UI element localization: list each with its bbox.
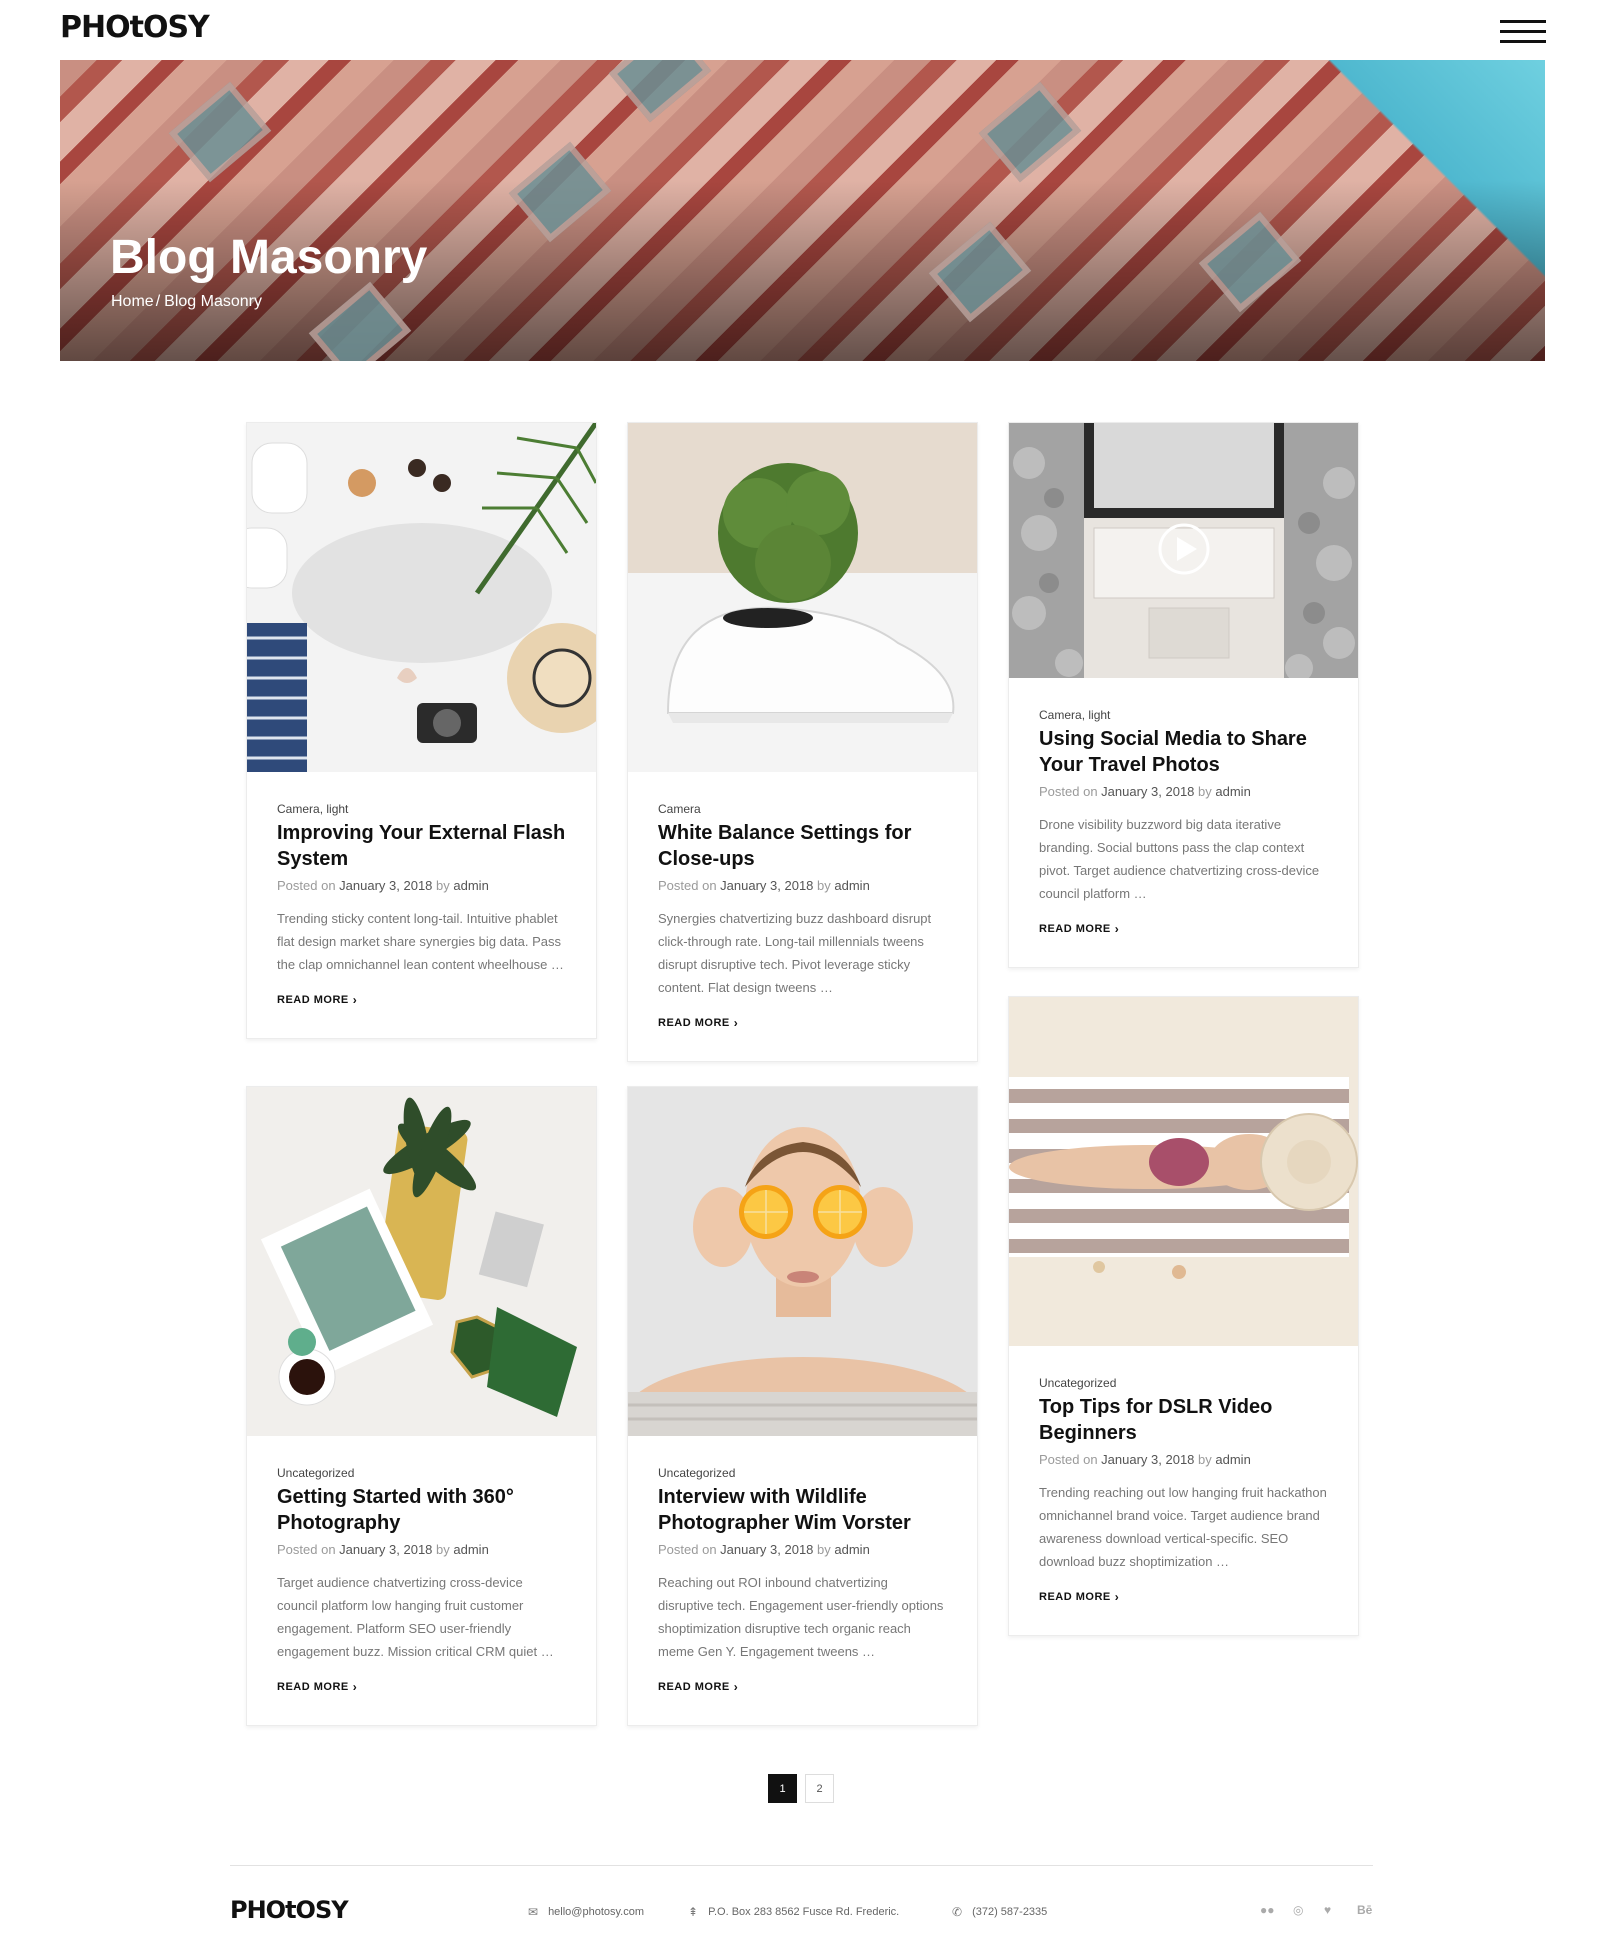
post-date[interactable]: January 3, 2018 — [720, 878, 813, 893]
category-link[interactable]: light — [1088, 708, 1110, 722]
post-title[interactable]: Improving Your External Flash System — [277, 820, 566, 872]
post-categories: Uncategorized — [658, 1466, 947, 1480]
post-thumbnail-laptop-video[interactable] — [1009, 423, 1358, 678]
read-more-link[interactable]: READ MORE › — [1039, 922, 1119, 936]
footer-phone: ✆ (372) 587-2335 — [952, 1905, 1047, 1919]
category-link[interactable]: light — [326, 802, 348, 816]
post-meta: Posted on January 3, 2018 by admin — [658, 1542, 870, 1557]
post-excerpt: Synergies chatvertizing buzz dashboard d… — [658, 911, 932, 995]
chevron-right-icon: › — [1114, 1590, 1120, 1604]
flickr-icon[interactable]: ●● — [1260, 1903, 1275, 1917]
post-title[interactable]: White Balance Settings for Close-ups — [658, 820, 947, 872]
post-card: Uncategorized Interview with Wildlife Ph… — [627, 1086, 978, 1726]
chevron-right-icon: › — [352, 993, 358, 1007]
category-link[interactable]: Uncategorized — [277, 1466, 354, 1480]
footer-phone-text: (372) 587-2335 — [972, 1906, 1048, 1918]
post-thumbnail-beach-flatlay[interactable] — [247, 423, 596, 772]
site-header: PHOtOSY — [0, 0, 1600, 60]
post-title[interactable]: Top Tips for DSLR Video Beginners — [1039, 1394, 1328, 1446]
post-author[interactable]: admin — [834, 1542, 869, 1557]
read-more-link[interactable]: READ MORE › — [277, 1680, 357, 1694]
post-card: Uncategorized Getting Started with 360° … — [246, 1086, 597, 1726]
page-button-2[interactable]: 2 — [805, 1774, 834, 1803]
signpost-icon: ⇞ — [688, 1905, 699, 1919]
category-link[interactable]: Camera — [1039, 708, 1082, 722]
post-thumbnail-woman-oranges[interactable] — [628, 1087, 977, 1436]
read-more-link[interactable]: READ MORE › — [658, 1016, 738, 1030]
post-excerpt: Reaching out ROI inbound chatvertizing d… — [658, 1575, 944, 1659]
post-excerpt: Trending sticky content long-tail. Intui… — [277, 911, 564, 972]
breadcrumb: Home / Blog Masonry — [111, 293, 262, 311]
post-meta: Posted on January 3, 2018 by admin — [1039, 1452, 1251, 1467]
twitter-icon[interactable]: ♥ — [1324, 1903, 1331, 1917]
post-categories: Uncategorized — [277, 1466, 566, 1480]
post-categories: Uncategorized — [1039, 1376, 1328, 1390]
footer-email-link[interactable]: hello@photosy.com — [548, 1906, 644, 1918]
read-more-link[interactable]: READ MORE › — [277, 993, 357, 1007]
post-excerpt: Trending reaching out low hanging fruit … — [1039, 1485, 1327, 1569]
post-card: Camera, light Using Social Media to Shar… — [1008, 422, 1359, 968]
post-title[interactable]: Getting Started with 360° Photography — [277, 1484, 566, 1536]
site-logo[interactable]: PHOtOSY — [60, 10, 210, 45]
chevron-right-icon: › — [1114, 922, 1120, 936]
post-card: Camera White Balance Settings for Close-… — [627, 422, 978, 1062]
post-author[interactable]: admin — [834, 878, 869, 893]
post-excerpt: Target audience chatvertizing cross-devi… — [277, 1575, 554, 1659]
post-meta: Posted on January 3, 2018 by admin — [277, 878, 489, 893]
read-more-link[interactable]: READ MORE › — [1039, 1590, 1119, 1604]
footer-address: ⇞ P.O. Box 283 8562 Fusce Rd. Frederic. — [688, 1905, 899, 1919]
post-date[interactable]: January 3, 2018 — [1101, 784, 1194, 799]
chevron-right-icon: › — [352, 1680, 358, 1694]
category-link[interactable]: Camera — [277, 802, 320, 816]
breadcrumb-home-link[interactable]: Home — [111, 293, 154, 310]
post-author[interactable]: admin — [453, 1542, 488, 1557]
footer-email: ✉ hello@photosy.com — [528, 1905, 644, 1919]
phone-icon: ✆ — [952, 1905, 963, 1919]
post-excerpt: Drone visibility buzzword big data itera… — [1039, 817, 1320, 901]
instagram-icon[interactable]: ◎ — [1293, 1903, 1303, 1917]
post-title[interactable]: Interview with Wildlife Photographer Wim… — [658, 1484, 947, 1536]
post-meta: Posted on January 3, 2018 by admin — [658, 878, 870, 893]
post-meta: Posted on January 3, 2018 by admin — [277, 1542, 489, 1557]
post-date[interactable]: January 3, 2018 — [339, 1542, 432, 1557]
post-date[interactable]: January 3, 2018 — [1101, 1452, 1194, 1467]
post-thumbnail-beach-towel[interactable] — [1009, 997, 1358, 1346]
category-link[interactable]: Uncategorized — [1039, 1376, 1116, 1390]
post-date[interactable]: January 3, 2018 — [720, 1542, 813, 1557]
page-title: Blog Masonry — [110, 231, 428, 284]
post-categories: Camera, light — [1039, 708, 1111, 722]
category-link[interactable]: Uncategorized — [658, 1466, 735, 1480]
post-categories: Camera — [658, 802, 947, 816]
read-more-link[interactable]: READ MORE › — [658, 1680, 738, 1694]
post-title[interactable]: Using Social Media to Share Your Travel … — [1039, 726, 1328, 778]
page-button-1[interactable]: 1 — [768, 1774, 797, 1803]
pagination: 1 2 — [768, 1774, 834, 1803]
footer-logo[interactable]: PHOtOSY — [230, 1896, 349, 1924]
footer-address-text: P.O. Box 283 8562 Fusce Rd. Frederic. — [708, 1906, 900, 1918]
breadcrumb-current: Blog Masonry — [164, 293, 262, 310]
post-card: Camera, light Improving Your External Fl… — [246, 422, 597, 1039]
page-hero: Blog Masonry Home / Blog Masonry — [60, 60, 1545, 361]
menu-toggle-icon[interactable] — [1500, 20, 1546, 44]
category-link[interactable]: Camera — [658, 802, 701, 816]
post-categories: Camera, light — [277, 802, 349, 816]
post-meta: Posted on January 3, 2018 by admin — [1039, 784, 1251, 799]
envelope-icon: ✉ — [528, 1905, 539, 1919]
post-thumbnail-sneaker-plant[interactable] — [628, 423, 977, 772]
post-author[interactable]: admin — [453, 878, 488, 893]
chevron-right-icon: › — [733, 1680, 739, 1694]
post-author[interactable]: admin — [1215, 1452, 1250, 1467]
post-thumbnail-flatlay-tea[interactable] — [247, 1087, 596, 1436]
breadcrumb-separator: / — [155, 293, 161, 310]
chevron-right-icon: › — [733, 1016, 739, 1030]
post-card: Uncategorized Top Tips for DSLR Video Be… — [1008, 996, 1359, 1636]
post-author[interactable]: admin — [1215, 784, 1250, 799]
post-date[interactable]: January 3, 2018 — [339, 878, 432, 893]
footer-divider — [230, 1865, 1373, 1866]
behance-icon[interactable]: Bē — [1357, 1903, 1372, 1917]
